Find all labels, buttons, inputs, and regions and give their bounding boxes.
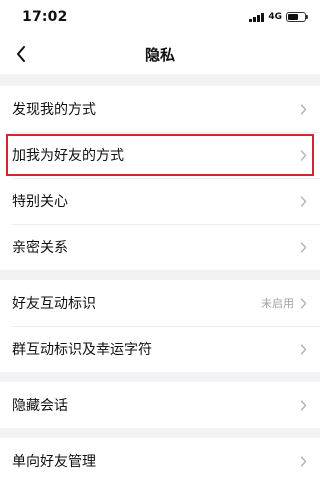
settings-row[interactable]: 单向好友管理 — [0, 438, 320, 484]
settings-row-label: 发现我的方式 — [12, 102, 96, 118]
settings-row-label: 单向好友管理 — [12, 454, 96, 470]
settings-group: 好友互动标识 未启用群互动标识及幸运字符 — [0, 280, 320, 372]
settings-row-trailing: 未启用 — [261, 295, 308, 311]
back-button[interactable] — [10, 42, 32, 66]
status-bar: 17:02 4G — [0, 0, 320, 34]
status-indicators: 4G — [249, 12, 308, 22]
chevron-right-icon — [300, 399, 308, 411]
settings-row[interactable]: 特别关心 — [0, 178, 320, 224]
settings-row[interactable]: 群互动标识及幸运字符 — [0, 326, 320, 372]
signal-icon — [249, 12, 265, 22]
chevron-right-icon — [300, 149, 308, 161]
settings-row-trailing — [300, 343, 308, 355]
chevron-right-icon — [300, 455, 308, 467]
settings-group: 单向好友管理 — [0, 438, 320, 484]
chevron-right-icon — [300, 297, 308, 309]
settings-row-trailing — [300, 149, 308, 161]
page-title: 隐私 — [144, 45, 175, 64]
settings-row-trailing — [300, 103, 308, 115]
settings-row[interactable]: 隐藏会话 — [0, 382, 320, 428]
settings-row-label: 特别关心 — [12, 194, 68, 210]
navigation-bar: 隐私 — [0, 34, 320, 74]
settings-row-label: 加我为好友的方式 — [12, 148, 124, 164]
settings-row[interactable]: 加我为好友的方式 — [0, 132, 320, 178]
battery-icon — [286, 12, 308, 22]
chevron-right-icon — [300, 241, 308, 253]
settings-row-label: 隐藏会话 — [12, 398, 68, 414]
chevron-right-icon — [300, 343, 308, 355]
network-type: 4G — [268, 12, 282, 22]
settings-row[interactable]: 发现我的方式 — [0, 86, 320, 132]
settings-row-value: 未启用 — [261, 297, 294, 310]
chevron-left-icon — [17, 46, 25, 62]
settings-group: 隐藏会话 — [0, 382, 320, 428]
settings-row-label: 亲密关系 — [12, 240, 68, 256]
settings-row[interactable]: 好友互动标识 未启用 — [0, 280, 320, 326]
settings-group: 发现我的方式加我为好友的方式 特别关心亲密关系 — [0, 86, 320, 270]
settings-list: 发现我的方式加我为好友的方式 特别关心亲密关系好友互动标识 未启用群互动标识及幸运字… — [0, 86, 320, 484]
chevron-right-icon — [300, 103, 308, 115]
settings-row-trailing — [300, 455, 308, 467]
settings-row-trailing — [300, 241, 308, 253]
chevron-right-icon — [300, 195, 308, 207]
status-time: 17:02 — [22, 9, 68, 25]
battery-level — [288, 14, 298, 20]
settings-row-label: 群互动标识及幸运字符 — [12, 342, 152, 358]
settings-row-trailing — [300, 399, 308, 411]
settings-row-trailing — [300, 195, 308, 207]
settings-row[interactable]: 亲密关系 — [0, 224, 320, 270]
settings-row-label: 好友互动标识 — [12, 296, 96, 312]
